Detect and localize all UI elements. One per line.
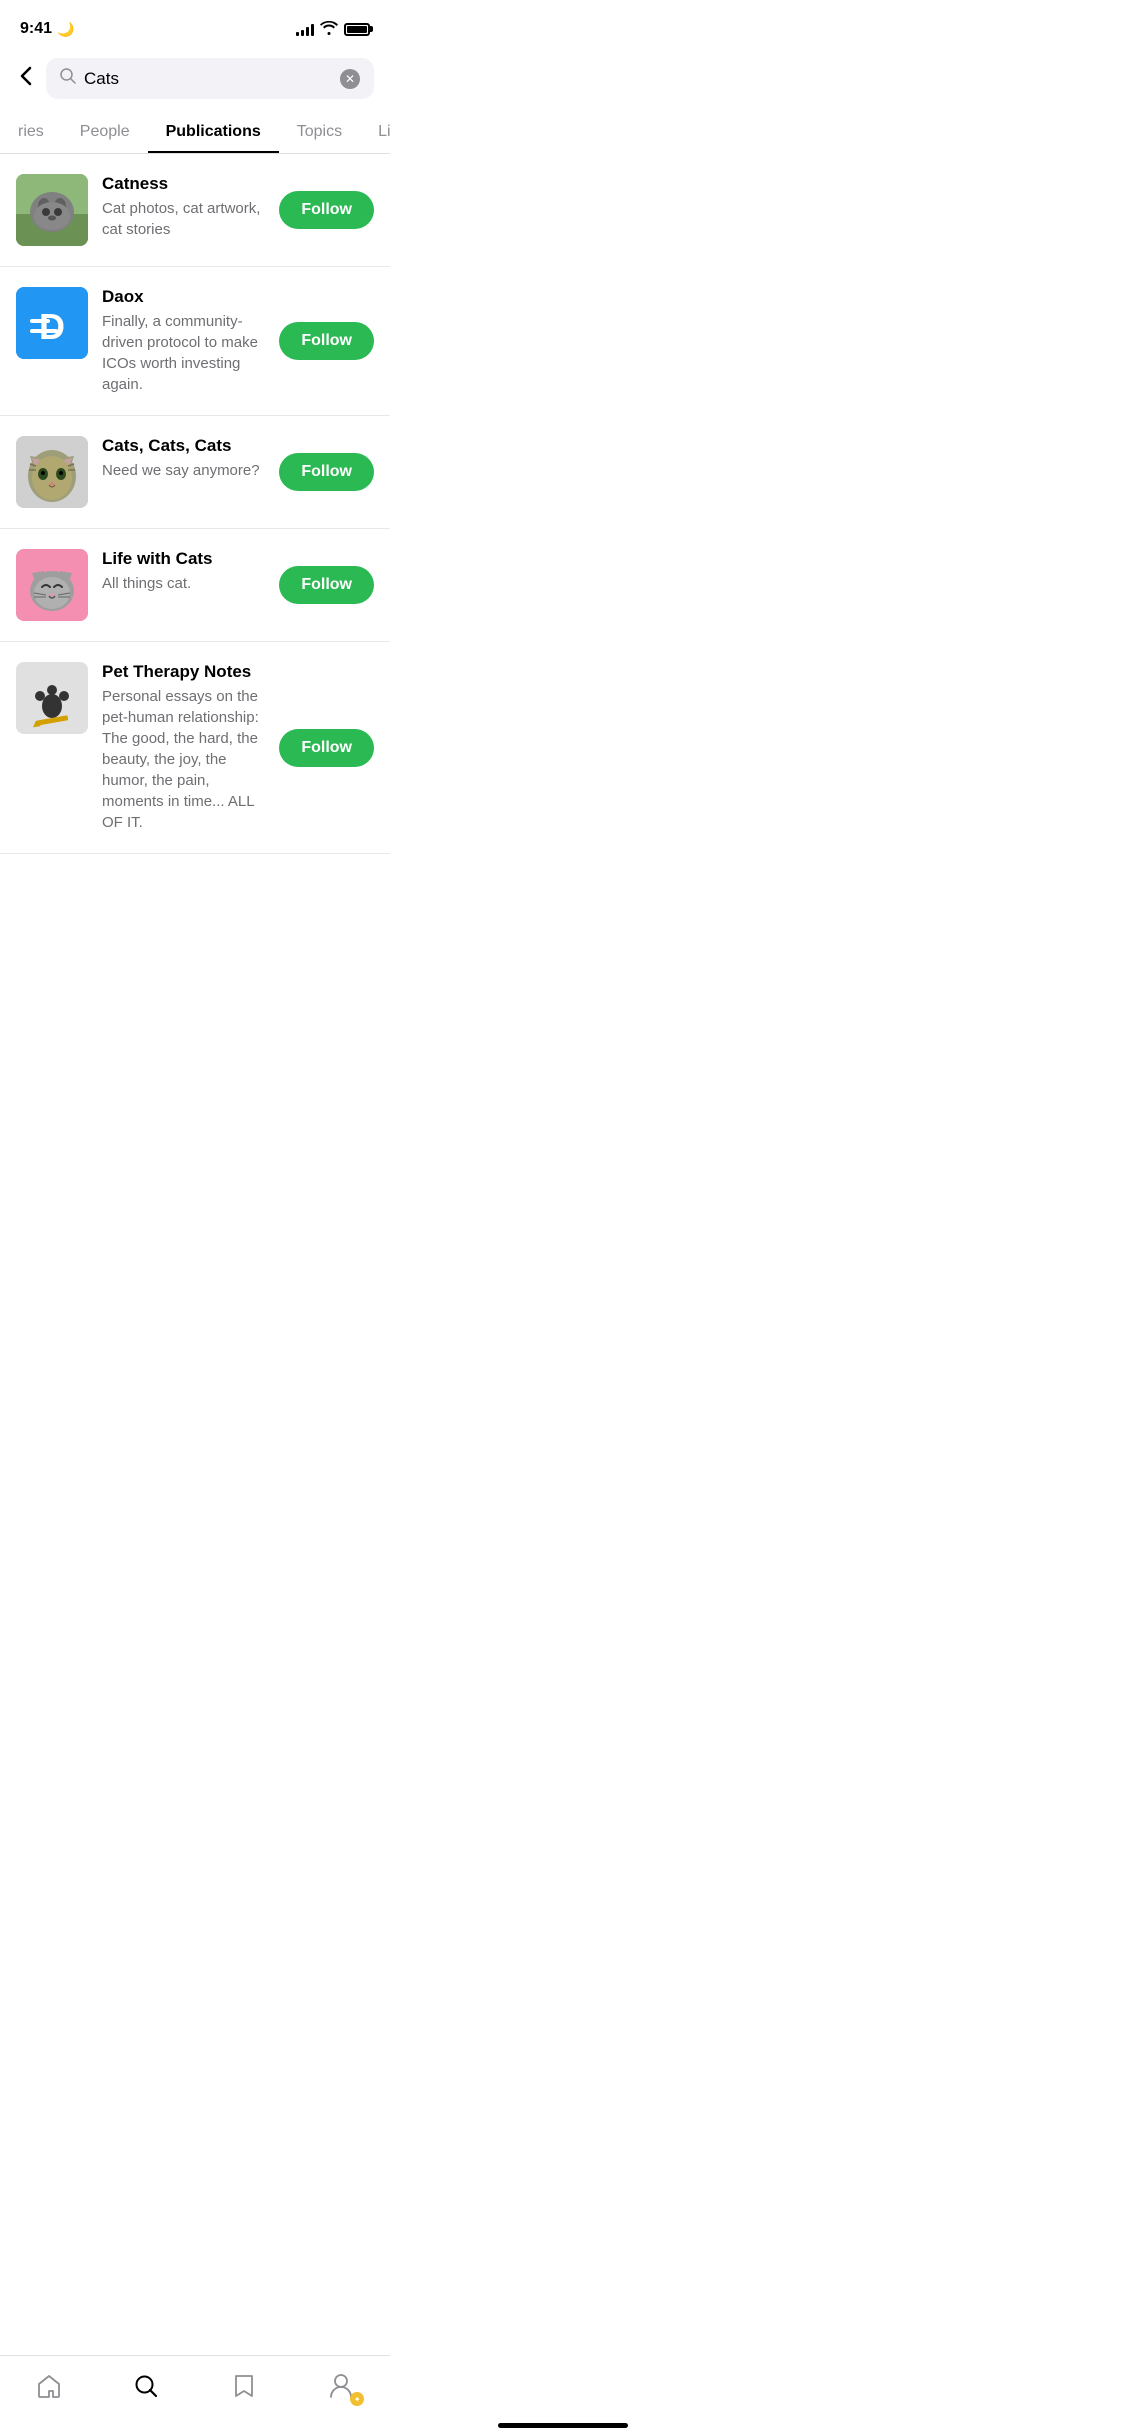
svg-text:D: D — [39, 306, 65, 347]
search-nav-icon — [134, 2374, 158, 2403]
search-clear-button[interactable]: ✕ — [340, 69, 360, 89]
pub-info-lifewithcats: Life with Cats All things cat. — [102, 549, 265, 594]
nav-home[interactable] — [24, 2368, 74, 2408]
tabs-container: ries People Publications Topics Lists — [0, 111, 390, 154]
tab-topics[interactable]: Topics — [279, 111, 360, 153]
search-container: Cats ✕ — [0, 50, 390, 111]
pub-desc: Need we say anymore? — [102, 460, 265, 481]
pub-desc: Personal essays on the pet-human relatio… — [102, 686, 265, 833]
pub-info-daox: Daox Finally, a community-driven protoco… — [102, 287, 265, 395]
follow-button-daox[interactable]: Follow — [279, 322, 374, 360]
bookmark-icon — [233, 2373, 255, 2404]
pub-info-catness: Catness Cat photos, cat artwork, cat sto… — [102, 174, 265, 240]
tab-lists[interactable]: Lists — [360, 111, 390, 153]
list-item: Catness Cat photos, cat artwork, cat sto… — [0, 154, 390, 267]
search-icon — [60, 68, 76, 89]
follow-button-pettherapy[interactable]: Follow — [279, 729, 374, 767]
wifi-icon — [320, 21, 338, 38]
follow-button-cats3[interactable]: Follow — [279, 453, 374, 491]
pub-avatar-catness — [16, 174, 88, 246]
battery-icon — [344, 23, 370, 36]
profile-badge: ✦ — [350, 2392, 364, 2406]
status-time: 9:41 — [20, 20, 52, 38]
pub-desc: Cat photos, cat artwork, cat stories — [102, 198, 265, 240]
pub-desc: All things cat. — [102, 573, 265, 594]
nav-bookmarks[interactable] — [219, 2368, 269, 2408]
publications-list: Catness Cat photos, cat artwork, cat sto… — [0, 154, 390, 854]
list-item: Cats, Cats, Cats Need we say anymore? Fo… — [0, 416, 390, 529]
list-item: Pet Therapy Notes Personal essays on the… — [0, 642, 390, 854]
pub-avatar-cats3 — [16, 436, 88, 508]
signal-bar-3 — [306, 27, 309, 36]
signal-bar-4 — [311, 24, 314, 36]
moon-icon: 🌙 — [57, 21, 74, 38]
follow-button-lifewithcats[interactable]: Follow — [279, 566, 374, 604]
pub-avatar-lifewithcats — [16, 549, 88, 621]
tab-people[interactable]: People — [62, 111, 148, 153]
nav-search[interactable] — [121, 2368, 171, 2408]
signal-bar-1 — [296, 32, 299, 36]
pub-info-pettherapy: Pet Therapy Notes Personal essays on the… — [102, 662, 265, 833]
signal-bar-2 — [301, 30, 304, 36]
pub-name: Catness — [102, 174, 265, 194]
home-indicator — [498, 2423, 628, 2428]
tab-stories[interactable]: ries — [0, 111, 62, 153]
back-button[interactable] — [16, 62, 36, 96]
pub-name: Pet Therapy Notes — [102, 662, 265, 682]
nav-profile[interactable]: ✦ — [316, 2368, 366, 2408]
pub-desc: Finally, a community-driven protocol to … — [102, 311, 265, 395]
pub-info-cats3: Cats, Cats, Cats Need we say anymore? — [102, 436, 265, 481]
pub-name: Cats, Cats, Cats — [102, 436, 265, 456]
list-item: D Daox Finally, a community-driven proto… — [0, 267, 390, 416]
pub-avatar-pettherapy — [16, 662, 88, 734]
list-item: Life with Cats All things cat. Follow — [0, 529, 390, 642]
follow-button-catness[interactable]: Follow — [279, 191, 374, 229]
tab-publications[interactable]: Publications — [148, 111, 279, 153]
pub-avatar-daox: D — [16, 287, 88, 359]
status-bar: 9:41 🌙 — [0, 0, 390, 50]
status-icons — [296, 21, 370, 38]
search-bar[interactable]: Cats ✕ — [46, 58, 374, 99]
home-icon — [36, 2374, 62, 2403]
pub-name: Life with Cats — [102, 549, 265, 569]
bottom-nav: ✦ — [0, 2355, 390, 2436]
pub-name: Daox — [102, 287, 265, 307]
search-query: Cats — [84, 69, 332, 89]
signal-bars — [296, 22, 314, 36]
